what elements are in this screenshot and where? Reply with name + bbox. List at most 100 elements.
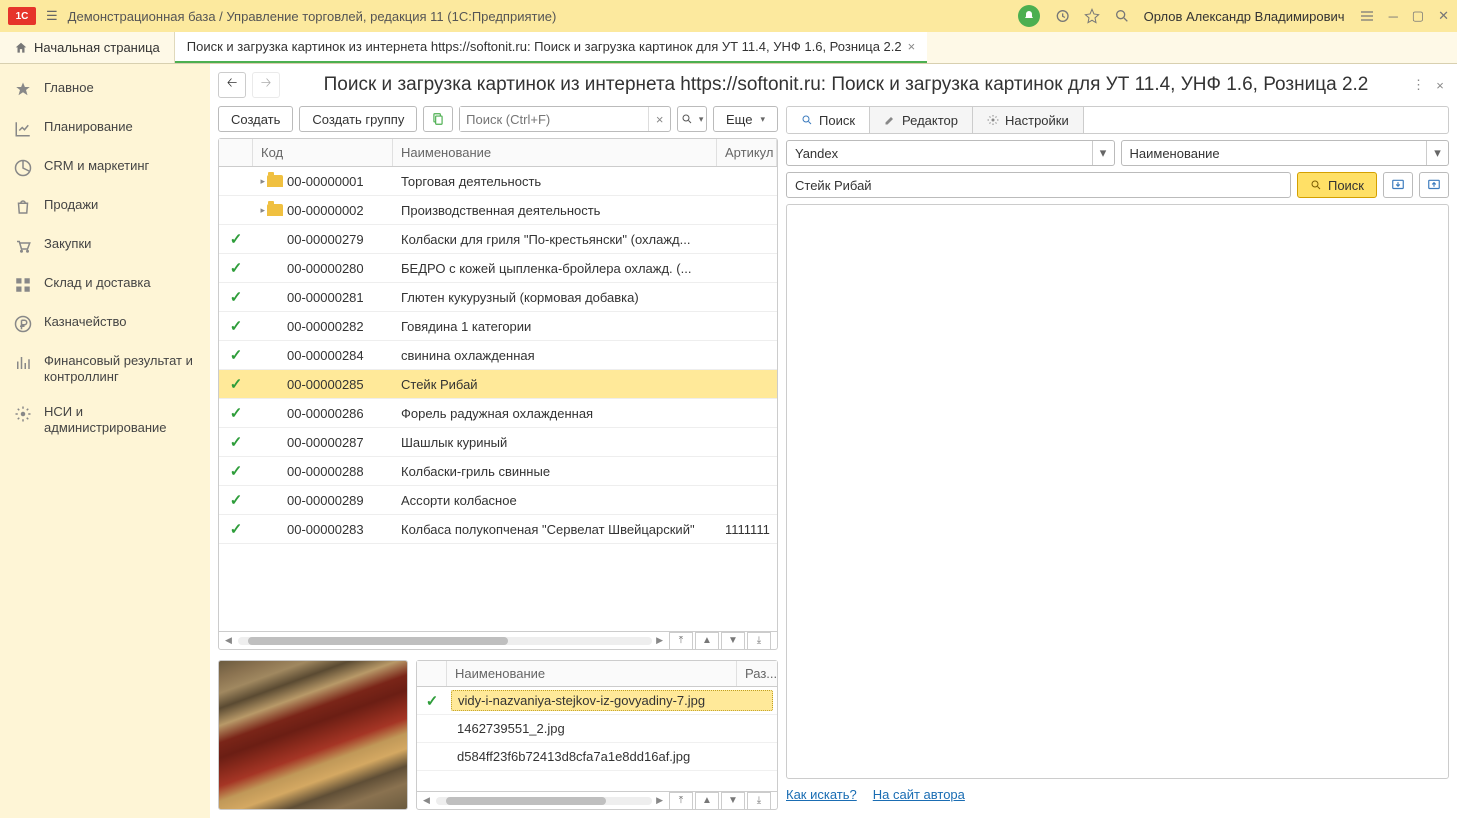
scroll-right-icon[interactable]: ▶ xyxy=(656,635,663,646)
nav-forward-button[interactable]: 🡢 xyxy=(252,72,280,98)
scroll-left-icon[interactable]: ◀ xyxy=(225,635,232,646)
main-menu-icon[interactable]: ☰ xyxy=(46,8,58,24)
sidebar-item-8[interactable]: НСИ и администрирование xyxy=(0,394,210,445)
files-h-scrollbar[interactable] xyxy=(436,797,652,805)
tab-active-label: Поиск и загрузка картинок из интернета h… xyxy=(187,39,902,54)
sidebar-item-2[interactable]: CRM и маркетинг xyxy=(0,148,210,187)
table-row[interactable]: ▸00-00000002Производственная деятельност… xyxy=(219,196,777,225)
files-scroll-left-icon[interactable]: ◀ xyxy=(423,795,430,806)
window-title: Демонстрационная база / Управление торго… xyxy=(68,9,1008,24)
row-code: 00-00000286 xyxy=(287,406,393,421)
table-row[interactable]: ▸00-00000001Торговая деятельность xyxy=(219,167,777,196)
sidebar-item-4[interactable]: Закупки xyxy=(0,226,210,265)
query-input[interactable] xyxy=(786,172,1291,198)
user-name[interactable]: Орлов Александр Владимирович xyxy=(1144,9,1345,24)
favorite-icon[interactable] xyxy=(1084,8,1100,24)
maximize-icon[interactable]: ▢ xyxy=(1412,8,1424,24)
files-first-button[interactable]: ⤒ xyxy=(669,792,693,810)
page-close-icon[interactable]: × xyxy=(1431,78,1449,93)
grid-header: Код Наименование Артикул xyxy=(219,139,777,167)
table-row[interactable]: ✓ 00-00000286Форель радужная охлажденная xyxy=(219,399,777,428)
tab-settings[interactable]: Настройки xyxy=(973,107,1084,133)
create-group-button[interactable]: Создать группу xyxy=(299,106,417,132)
check-icon: ✓ xyxy=(230,259,243,277)
sidebar-item-label: Склад и доставка xyxy=(44,275,151,291)
files-scroll-right-icon[interactable]: ▶ xyxy=(656,795,663,806)
sidebar-item-3[interactable]: Продажи xyxy=(0,187,210,226)
sidebar-item-5[interactable]: Склад и доставка xyxy=(0,265,210,304)
pie-icon xyxy=(14,159,32,177)
files-header-name[interactable]: Наименование xyxy=(447,661,737,686)
settings-bars-icon[interactable] xyxy=(1359,8,1375,24)
grid-down-button[interactable]: ▼ xyxy=(721,632,745,650)
files-header-size[interactable]: Раз... xyxy=(737,661,777,686)
copy-button[interactable] xyxy=(423,106,453,132)
row-article: 1111111 xyxy=(717,522,777,537)
search-input[interactable] xyxy=(460,107,648,131)
copy-icon xyxy=(431,112,445,126)
row-name: Форель радужная охлажденная xyxy=(393,406,717,421)
chevron-down-icon[interactable]: ▾ xyxy=(1426,141,1448,165)
sidebar-item-0[interactable]: Главное xyxy=(0,70,210,109)
files-up-button[interactable]: ▲ xyxy=(695,792,719,810)
h-scrollbar[interactable] xyxy=(238,637,652,645)
table-row[interactable]: ✓00-00000280БЕДРО с кожей цыпленка-бройл… xyxy=(219,254,777,283)
grid-header-art[interactable]: Артикул xyxy=(717,139,777,166)
page-more-icon[interactable]: ⋮ xyxy=(1412,77,1425,93)
grid-first-button[interactable]: ⤒ xyxy=(669,632,693,650)
sidebar-item-6[interactable]: Казначейство xyxy=(0,304,210,343)
chevron-down-icon[interactable]: ▾ xyxy=(1092,141,1114,165)
table-row[interactable]: ✓00-00000282Говядина 1 категории xyxy=(219,312,777,341)
bars-icon xyxy=(14,354,32,372)
table-row[interactable]: ✓00-00000289Ассорти колбасное xyxy=(219,486,777,515)
notifications-icon[interactable] xyxy=(1018,5,1040,27)
search-button[interactable]: Поиск xyxy=(1297,172,1377,198)
table-row[interactable]: ✓00-00000281Глютен кукурузный (кормовая … xyxy=(219,283,777,312)
engine-select[interactable]: Yandex▾ xyxy=(786,140,1115,166)
check-icon: ✓ xyxy=(230,288,243,306)
table-row[interactable]: ✓00-00000284свинина охлажденная xyxy=(219,341,777,370)
tab-editor[interactable]: Редактор xyxy=(870,107,973,133)
more-button[interactable]: Еще▾ xyxy=(713,106,778,132)
tab-search[interactable]: Поиск xyxy=(787,107,870,133)
file-row[interactable]: d584ff23f6b72413d8cfa7a1e8dd16af.jpg xyxy=(417,743,777,771)
nav-back-button[interactable]: 🡠 xyxy=(218,72,246,98)
check-icon: ✓ xyxy=(230,404,243,422)
export-button[interactable] xyxy=(1419,172,1449,198)
sidebar-item-7[interactable]: Финансовый результат и контроллинг xyxy=(0,343,210,394)
check-icon: ✓ xyxy=(230,462,243,480)
history-icon[interactable] xyxy=(1054,8,1070,24)
author-link[interactable]: На сайт автора xyxy=(873,787,965,802)
tab-home[interactable]: Начальная страница xyxy=(0,32,175,63)
howto-link[interactable]: Как искать? xyxy=(786,787,857,802)
check-icon: ✓ xyxy=(230,230,243,248)
grid-up-button[interactable]: ▲ xyxy=(695,632,719,650)
search-clear-icon[interactable]: × xyxy=(648,107,670,131)
create-button[interactable]: Создать xyxy=(218,106,293,132)
search-dropdown-button[interactable]: ▾ xyxy=(677,106,707,132)
grid-header-code[interactable]: Код xyxy=(253,139,393,166)
global-search-icon[interactable] xyxy=(1114,8,1130,24)
table-row[interactable]: ✓00-00000287Шашлык куриный xyxy=(219,428,777,457)
grid-last-button[interactable]: ⤓ xyxy=(747,632,771,650)
grid-header-check[interactable] xyxy=(219,139,253,166)
close-window-icon[interactable]: ✕ xyxy=(1438,8,1449,24)
row-name: Колбаски для гриля "По-крестьянски" (охл… xyxy=(393,232,717,247)
tab-close-icon[interactable]: × xyxy=(908,39,916,54)
minimize-icon[interactable]: ─ xyxy=(1389,9,1398,24)
tab-active[interactable]: Поиск и загрузка картинок из интернета h… xyxy=(175,32,927,63)
import-button[interactable] xyxy=(1383,172,1413,198)
search-field[interactable]: × xyxy=(459,106,671,132)
table-row[interactable]: ✓00-00000283Колбаса полукопченая "Сервел… xyxy=(219,515,777,544)
table-row[interactable]: ✓00-00000285Стейк Рибай xyxy=(219,370,777,399)
table-row[interactable]: ✓00-00000288Колбаски-гриль свинные xyxy=(219,457,777,486)
file-row[interactable]: 1462739551_2.jpg xyxy=(417,715,777,743)
field-select[interactable]: Наименование▾ xyxy=(1121,140,1450,166)
table-row[interactable]: ✓00-00000279Колбаски для гриля "По-крест… xyxy=(219,225,777,254)
files-header-check[interactable] xyxy=(417,661,447,686)
sidebar-item-1[interactable]: Планирование xyxy=(0,109,210,148)
files-down-button[interactable]: ▼ xyxy=(721,792,745,810)
file-row[interactable]: ✓vidy-i-nazvaniya-stejkov-iz-govyadiny-7… xyxy=(417,687,777,715)
grid-header-name[interactable]: Наименование xyxy=(393,139,717,166)
files-last-button[interactable]: ⤓ xyxy=(747,792,771,810)
